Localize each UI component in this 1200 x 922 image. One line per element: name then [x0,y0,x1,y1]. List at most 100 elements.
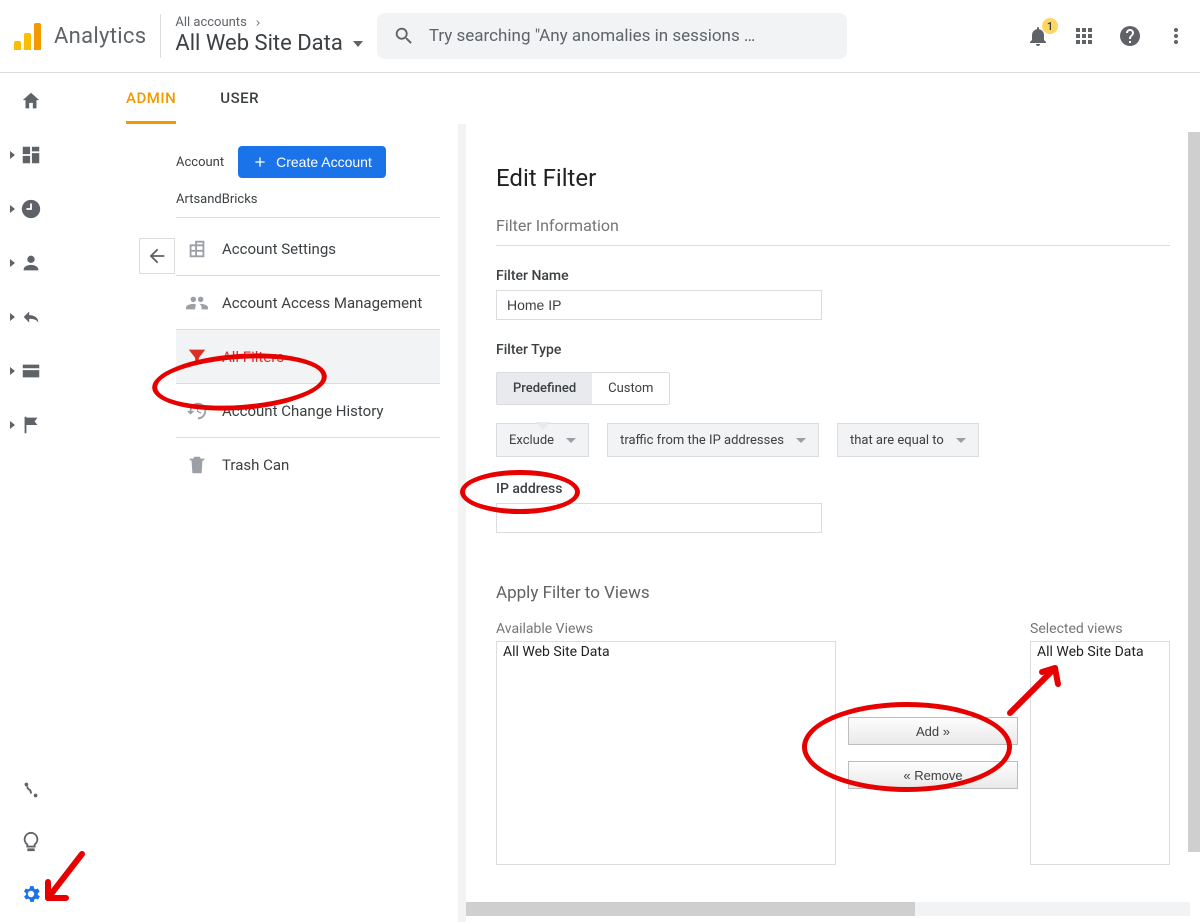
chevron-right-icon [10,205,15,213]
current-account-name: ArtsandBricks [176,192,440,207]
menu-label: Account Change History [222,402,384,420]
more-button[interactable] [1164,24,1188,48]
scrollbar-thumb[interactable] [466,902,915,916]
ip-address-label: IP address [496,481,1170,497]
rail-audience[interactable] [11,247,51,279]
dropdown-label: Exclude [509,433,554,448]
dropdown-traffic-source[interactable]: traffic from the IP addresses [607,423,819,457]
rail-conversions[interactable] [11,409,51,441]
caret-down-icon [566,438,576,443]
left-nav-rail [0,73,62,922]
rail-admin[interactable] [11,878,51,910]
rail-realtime[interactable] [11,193,51,225]
account-menu: Account Settings Account Access Manageme… [176,222,440,492]
people-icon [186,292,208,314]
apps-button[interactable] [1072,24,1096,48]
vertical-scrollbar[interactable] [1188,132,1200,852]
menu-all-filters[interactable]: All Filters [176,330,440,384]
filter-name-input[interactable] [496,290,822,320]
plus-icon [252,154,268,170]
dropdown-label: that are equal to [850,433,944,448]
caret-down-icon [796,438,806,443]
more-vert-icon [1164,24,1188,48]
flag-icon [20,414,42,436]
rail-attribution[interactable] [11,774,51,806]
filter-type-label: Filter Type [496,342,1170,358]
rail-behavior[interactable] [11,355,51,387]
breadcrumb-top-label: All accounts [175,15,246,31]
apply-filter-heading: Apply Filter to Views [496,583,1170,603]
account-panel: Account Create Account ArtsandBricks Acc… [98,124,458,922]
ip-address-input[interactable] [496,503,822,533]
menu-account-access[interactable]: Account Access Management [176,276,440,330]
scrollbar-thumb[interactable] [1188,132,1200,852]
caret-down-icon [956,438,966,443]
chevron-right-icon [10,421,15,429]
create-account-button[interactable]: Create Account [238,146,386,178]
list-item[interactable]: All Web Site Data [1037,644,1163,660]
filter-type-toggle: Predefined Custom [496,372,670,405]
rail-acquisition[interactable] [11,301,51,333]
gear-icon [20,883,42,905]
search-icon [393,25,415,47]
selected-views-listbox[interactable]: All Web Site Data [1030,641,1170,865]
help-icon [1118,24,1142,48]
predefined-filter-dropdowns: Exclude traffic from the IP addresses th… [496,423,1170,457]
tab-user[interactable]: USER [220,89,259,124]
tab-admin[interactable]: ADMIN [126,89,176,124]
help-button[interactable] [1118,24,1142,48]
filter-type-predefined[interactable]: Predefined [497,373,592,404]
panel-separator [458,124,466,922]
rail-reports[interactable] [11,139,51,171]
menu-label: All Filters [222,348,284,366]
card-icon [20,360,42,382]
breadcrumb-top: All accounts [175,15,362,31]
dropdown-expression[interactable]: that are equal to [837,423,979,457]
trash-icon [186,454,208,476]
filter-icon [186,346,208,368]
search-placeholder: Try searching "Any anomalies in sessions… [429,26,755,46]
home-icon [20,90,42,112]
share-arrow-icon [20,306,42,328]
clock-icon [20,198,42,220]
flow-icon [20,779,42,801]
brand-logo: Analytics [14,22,146,50]
top-icons: 1 [1026,24,1188,48]
lightbulb-icon [20,831,42,853]
divider [176,217,440,218]
list-item[interactable]: All Web Site Data [503,644,829,660]
chevron-right-icon [253,18,263,28]
rail-home[interactable] [11,85,51,117]
apps-grid-icon [1072,24,1096,48]
page-title: Edit Filter [496,164,1170,192]
dashboard-icon [20,144,42,166]
account-label: Account [176,155,224,170]
admin-tabs: ADMIN USER [98,73,1200,124]
analytics-logo-icon [14,22,42,50]
horizontal-scrollbar[interactable] [466,902,1190,916]
available-views-listbox[interactable]: All Web Site Data [496,641,836,865]
menu-change-history[interactable]: Account Change History [176,384,440,438]
selected-views-label: Selected views [1030,621,1170,637]
brand-name: Analytics [54,24,146,49]
add-view-button[interactable]: Add » [848,717,1018,745]
filter-type-custom[interactable]: Custom [592,373,669,404]
building-icon [186,238,208,260]
notifications-button[interactable]: 1 [1026,24,1050,48]
account-view-selector[interactable]: All accounts All Web Site Data [175,15,362,57]
rail-discover[interactable] [11,826,51,858]
create-account-label: Create Account [276,154,372,170]
views-transfer: Available Views All Web Site Data Add » … [496,621,1170,865]
history-icon [186,400,208,422]
available-views-label: Available Views [496,621,836,637]
remove-view-button[interactable]: « Remove [848,761,1018,789]
back-button[interactable] [139,238,175,274]
admin-main: Account Create Account ArtsandBricks Acc… [98,124,1200,922]
search-box[interactable]: Try searching "Any anomalies in sessions… [377,13,847,59]
vertical-divider [160,14,161,58]
breadcrumb-title[interactable]: All Web Site Data [175,31,362,57]
chevron-right-icon [10,367,15,375]
menu-trash-can[interactable]: Trash Can [176,438,440,492]
chevron-right-icon [10,313,15,321]
menu-account-settings[interactable]: Account Settings [176,222,440,276]
